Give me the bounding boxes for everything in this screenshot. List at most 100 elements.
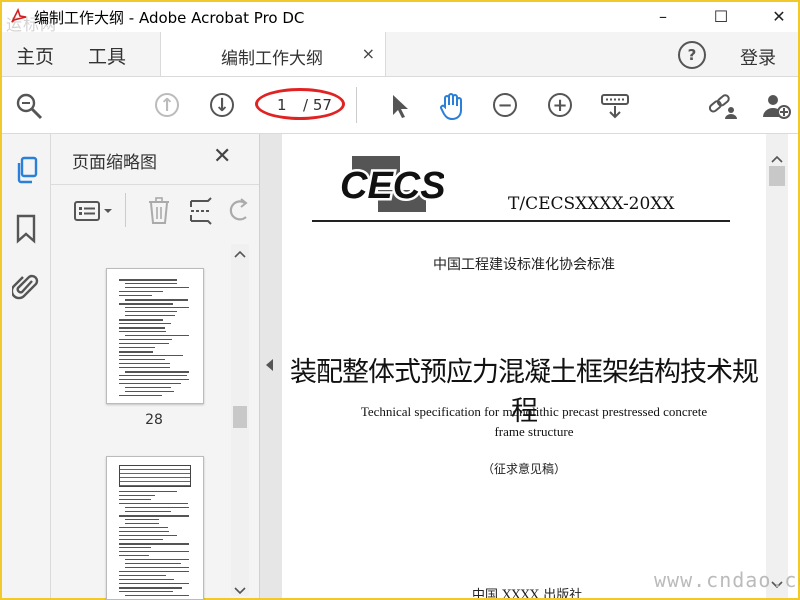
thumbnail-text-line xyxy=(119,323,171,324)
page-number-box[interactable]: 1 / 57 xyxy=(255,88,345,120)
thumbnail-text-line xyxy=(125,283,177,284)
thumbnail-text-line xyxy=(119,527,168,528)
add-user-icon[interactable] xyxy=(760,91,791,121)
thumbnail-text-line xyxy=(125,559,189,560)
rotate-icon[interactable] xyxy=(229,197,249,229)
toolbar-divider xyxy=(356,87,357,123)
thumbnail-text-line xyxy=(119,363,170,364)
thumbnail-text-line xyxy=(119,551,189,552)
thumbnail-text-line xyxy=(119,319,163,321)
thumbnail-text-line xyxy=(119,367,170,368)
thumbnail-text-line xyxy=(125,567,189,568)
thumbnail-text-line xyxy=(119,499,151,500)
thumbnail-text-line xyxy=(125,311,177,312)
thumbnail-text-line xyxy=(119,383,181,384)
page-thumbnail-28[interactable] xyxy=(106,268,204,404)
zoom-out-button[interactable]: − xyxy=(491,91,521,121)
thumbnail-text-line xyxy=(119,359,165,360)
window-title: 编制工作大纲 - Adobe Acrobat Pro DC xyxy=(34,9,305,27)
document-tab[interactable]: 编制工作大纲 × xyxy=(160,32,386,76)
insert-page-icon[interactable] xyxy=(188,197,214,229)
doc-scroll-thumb[interactable] xyxy=(769,166,785,186)
thumbnail-text-line xyxy=(119,531,169,532)
thumbnails-panel: 页面缩略图 ✕ 28 xyxy=(51,134,259,600)
thumbnail-text-line xyxy=(119,379,189,380)
tab-close-icon[interactable]: × xyxy=(362,44,375,63)
login-button[interactable]: 登录 xyxy=(740,44,776,70)
document-scrollbar[interactable] xyxy=(766,134,788,598)
previous-page-button[interactable]: ↑ xyxy=(153,91,183,121)
thumbnail-text-line xyxy=(119,539,163,540)
thumbnail-text-line xyxy=(119,279,177,281)
thumbnail-text-line xyxy=(125,595,189,596)
zoom-in-button[interactable]: + xyxy=(546,91,576,121)
thumbnail-text-line xyxy=(125,299,188,301)
scroll-mode-icon[interactable] xyxy=(600,91,630,121)
thumbnail-text-line xyxy=(125,523,159,524)
minimize-button[interactable]: – xyxy=(640,4,686,28)
thumbnail-text-line xyxy=(125,335,189,336)
arrow-up-icon: ↑ xyxy=(155,93,179,117)
thumbnail-text-line xyxy=(119,575,166,576)
options-menu-icon[interactable] xyxy=(73,199,113,227)
close-window-button[interactable]: ✕ xyxy=(756,4,800,28)
thumbnail-text-line xyxy=(119,503,188,504)
panel-close-icon[interactable]: ✕ xyxy=(213,144,231,169)
arrow-down-icon: ↓ xyxy=(210,93,234,117)
delete-page-icon[interactable] xyxy=(147,197,171,229)
thumbnail-text-line xyxy=(119,583,189,584)
panel-tools xyxy=(51,184,259,237)
next-page-button[interactable]: ↓ xyxy=(208,91,238,121)
title-en-line-1: Technical specification for monolithic p… xyxy=(360,404,708,419)
thumbnail-text-line xyxy=(119,303,173,305)
thumbnail-text-line xyxy=(119,491,177,492)
document-view[interactable]: CECS CECS T/CECSXXXX-20XX 中国工程建设标准化协会标准 … xyxy=(282,134,766,598)
bookmark-icon[interactable] xyxy=(15,214,37,248)
minus-icon: − xyxy=(493,93,517,117)
thumbnail-page-label: 28 xyxy=(145,412,163,428)
home-tab[interactable]: 主页 xyxy=(16,42,54,69)
thumbnail-text-line xyxy=(119,587,182,589)
hand-tool-icon[interactable] xyxy=(436,91,466,121)
thumbnail-text-line xyxy=(119,355,183,356)
panel-collapse-handle[interactable] xyxy=(259,134,282,598)
thumbnail-text-line xyxy=(119,295,152,296)
toolbar: ↑ ↓ 1 / 57 − + xyxy=(2,77,798,134)
attachment-icon[interactable] xyxy=(10,271,40,305)
thumbnail-text-line xyxy=(119,331,166,332)
thumbnail-text-line xyxy=(119,351,153,353)
thumbnail-text-line xyxy=(119,375,187,376)
thumbnail-text-line xyxy=(125,563,181,564)
doc-scroll-up-icon[interactable] xyxy=(771,148,783,167)
panel-scroll-thumb[interactable] xyxy=(233,406,247,428)
thumbnail-text-line xyxy=(119,579,174,580)
logo-text: CECS xyxy=(340,165,444,207)
scroll-down-icon[interactable] xyxy=(234,580,246,599)
page-thumbnail-29[interactable] xyxy=(106,456,204,600)
cecs-logo: CECS CECS xyxy=(338,156,448,212)
thumbnail-text-line xyxy=(119,347,155,348)
panel-divider xyxy=(125,193,126,227)
site-watermark: www.cndao.com xyxy=(654,568,800,592)
select-pointer-icon[interactable] xyxy=(384,91,414,121)
standard-number: T/CECSXXXX-20XX xyxy=(508,194,675,214)
search-icon[interactable] xyxy=(14,91,44,121)
thumbnail-text-line xyxy=(125,315,175,316)
tools-tab[interactable]: 工具 xyxy=(88,42,126,69)
draft-note: （征求意见稿） xyxy=(481,462,566,476)
page-current-input[interactable]: 1 xyxy=(277,96,287,114)
panel-scrollbar[interactable] xyxy=(231,244,249,596)
share-link-icon[interactable] xyxy=(706,91,737,121)
help-icon[interactable]: ? xyxy=(678,41,706,69)
scroll-up-icon[interactable] xyxy=(234,250,246,261)
panel-title: 页面缩略图 xyxy=(72,153,157,173)
association-name: 中国工程建设标准化协会标准 xyxy=(433,257,615,273)
collapse-arrow-icon xyxy=(266,359,273,371)
thumbnail-list[interactable]: 28 xyxy=(51,244,259,600)
maximize-button[interactable]: ☐ xyxy=(698,4,744,28)
thumbnail-text-line xyxy=(119,543,189,545)
page-total: / 57 xyxy=(303,96,332,114)
page-thumbnails-icon[interactable] xyxy=(14,156,40,188)
thumbnail-text-line xyxy=(119,571,189,572)
menu-bar: 主页 工具 编制工作大纲 × ? 登录 xyxy=(2,32,798,77)
